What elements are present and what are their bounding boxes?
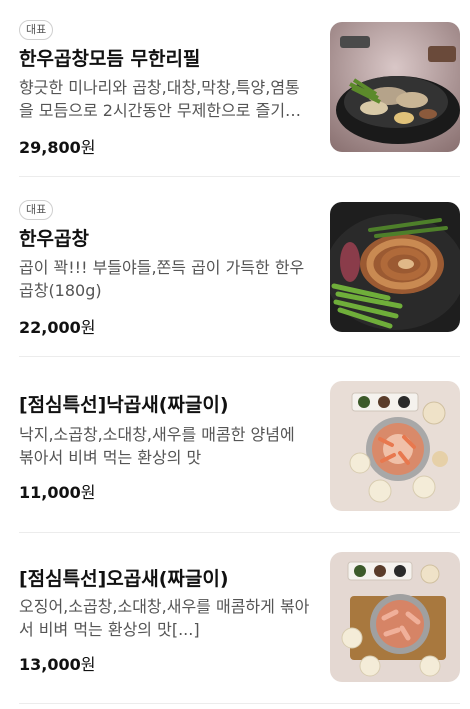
menu-item-photo[interactable]	[330, 202, 460, 332]
stew-pot-set-photo	[330, 552, 460, 682]
menu-item[interactable]: [점심특선]낙곱새(짜글이) 낙지,소곱창,소대창,새우를 매콤한 양념에 볶아…	[0, 357, 470, 533]
stew-pot-set-photo	[330, 381, 460, 511]
menu-item-price: 11,000원	[19, 479, 95, 503]
menu-item-name: [점심특선]낙곱새(짜글이)	[19, 394, 229, 416]
menu-item-price: 22,000원	[19, 314, 95, 338]
menu-item-description: 곱이 꽉!!! 부들야들,쫀득 곱이 가득한 한우곱창(180g)	[19, 258, 305, 300]
price-amount: 29,800	[19, 138, 81, 157]
divider	[19, 176, 460, 177]
price-amount: 13,000	[19, 655, 81, 674]
beef-tripe-platter-photo	[330, 22, 460, 152]
menu-item-photo[interactable]	[330, 381, 460, 511]
menu-item-photo[interactable]	[330, 552, 460, 682]
price-amount: 22,000	[19, 318, 81, 337]
price-amount: 11,000	[19, 483, 81, 502]
divider	[19, 703, 460, 704]
currency-unit: 원	[80, 318, 96, 337]
signature-badge: 대표	[19, 20, 54, 40]
menu-item-description: 낙지,소곱창,소대창,새우를 매콤한 양념에 볶아서 비벼 먹는 환상의 맛	[19, 425, 295, 467]
menu-item[interactable]: [점심특선]오곱새(짜글이) 오징어,소곱창,소대창,새우를 매콤하게 볶아서 …	[0, 533, 470, 709]
menu-item[interactable]: 대표 한우곱창모듬 무한리필 향긋한 미나리와 곱창,대창,막창,특양,염통을 …	[0, 0, 470, 176]
menu-item-name: [점심특선]오곱새(짜글이)	[19, 568, 229, 590]
currency-unit: 원	[80, 138, 96, 157]
currency-unit: 원	[80, 483, 96, 502]
currency-unit: 원	[80, 655, 96, 674]
grilled-intestine-photo	[330, 202, 460, 332]
menu-item-description: 오징어,소곱창,소대창,새우를 매콤하게 볶아서 비벼 먹는 환상의 맛[...…	[19, 597, 310, 639]
menu-item-price: 29,800원	[19, 134, 95, 158]
menu-item-description: 향긋한 미나리와 곱창,대창,막창,특양,염통을 모듬으로 2시간동안 무제한으…	[19, 78, 300, 120]
signature-badge: 대표	[19, 200, 54, 220]
menu-item-price: 13,000원	[19, 651, 95, 675]
menu-item-name: 한우곱창모듬 무한리필	[19, 48, 201, 70]
menu-item-name: 한우곱창	[19, 228, 89, 250]
menu-item-photo[interactable]	[330, 22, 460, 152]
menu-item[interactable]: 대표 한우곱창 곱이 꽉!!! 부들야들,쫀득 곱이 가득한 한우곱창(180g…	[0, 180, 470, 356]
